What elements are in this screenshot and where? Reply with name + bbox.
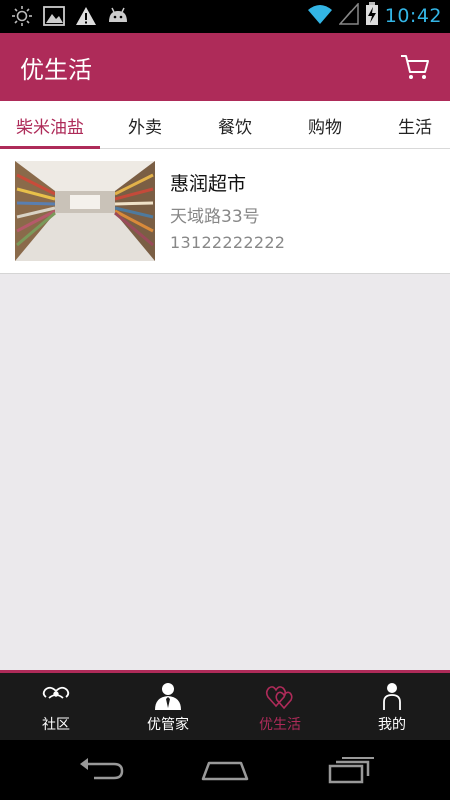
community-icon bbox=[42, 686, 70, 699]
nav-butler[interactable]: 优管家 bbox=[112, 673, 224, 740]
app-bar: 优生活 bbox=[0, 33, 450, 101]
store-list: 惠润超市 天域路33号 13122222222 bbox=[0, 149, 450, 670]
category-tabs: 柴米油盐 外卖 餐饮 购物 生活 bbox=[0, 101, 450, 149]
image-icon bbox=[42, 4, 66, 28]
system-nav-bar bbox=[0, 740, 450, 800]
tab-label: 柴米油盐 bbox=[16, 117, 84, 138]
tab-label: 外卖 bbox=[128, 117, 162, 138]
warning-icon bbox=[74, 4, 98, 28]
home-button[interactable] bbox=[195, 753, 255, 787]
store-thumbnail bbox=[15, 161, 155, 261]
brightness-icon bbox=[10, 4, 34, 28]
home-icon bbox=[201, 761, 249, 781]
status-clock: 10:42 bbox=[384, 5, 442, 27]
nav-label: 优管家 bbox=[147, 717, 189, 733]
back-icon bbox=[80, 758, 124, 780]
nav-label: 优生活 bbox=[259, 717, 301, 733]
status-bar: 10:42 bbox=[0, 0, 450, 33]
android-icon bbox=[106, 4, 130, 28]
tab-groceries[interactable]: 柴米油盐 bbox=[0, 101, 100, 149]
nav-label: 社区 bbox=[42, 717, 70, 733]
cart-button[interactable] bbox=[398, 50, 432, 84]
recents-button[interactable] bbox=[320, 753, 380, 787]
back-button[interactable] bbox=[70, 753, 130, 787]
tab-label: 购物 bbox=[308, 117, 342, 138]
recents-icon bbox=[328, 757, 374, 784]
signal-icon bbox=[338, 2, 359, 29]
nav-label: 我的 bbox=[378, 717, 406, 733]
tab-label: 餐饮 bbox=[218, 117, 252, 138]
bottom-nav: 社区 优管家 优生活 我的 bbox=[0, 670, 450, 740]
tab-life[interactable]: 生活 bbox=[370, 101, 450, 149]
tab-takeout[interactable]: 外卖 bbox=[100, 101, 190, 149]
cart-icon bbox=[401, 55, 429, 79]
wifi-icon bbox=[307, 3, 333, 29]
hearts-icon bbox=[265, 686, 293, 710]
store-name: 惠润超市 bbox=[170, 173, 247, 195]
tab-shopping[interactable]: 购物 bbox=[280, 101, 370, 149]
tab-label: 生活 bbox=[398, 117, 432, 138]
butler-icon bbox=[155, 683, 181, 710]
nav-mine[interactable]: 我的 bbox=[336, 673, 448, 740]
tab-dining[interactable]: 餐饮 bbox=[190, 101, 280, 149]
list-item[interactable]: 惠润超市 天域路33号 13122222222 bbox=[0, 149, 450, 274]
store-phone: 13122222222 bbox=[170, 233, 286, 252]
page-title: 优生活 bbox=[20, 56, 92, 84]
nav-life[interactable]: 优生活 bbox=[224, 673, 336, 740]
person-icon bbox=[383, 683, 401, 710]
nav-community[interactable]: 社区 bbox=[0, 673, 112, 740]
battery-charging-icon bbox=[365, 2, 379, 30]
store-address: 天域路33号 bbox=[170, 207, 260, 227]
